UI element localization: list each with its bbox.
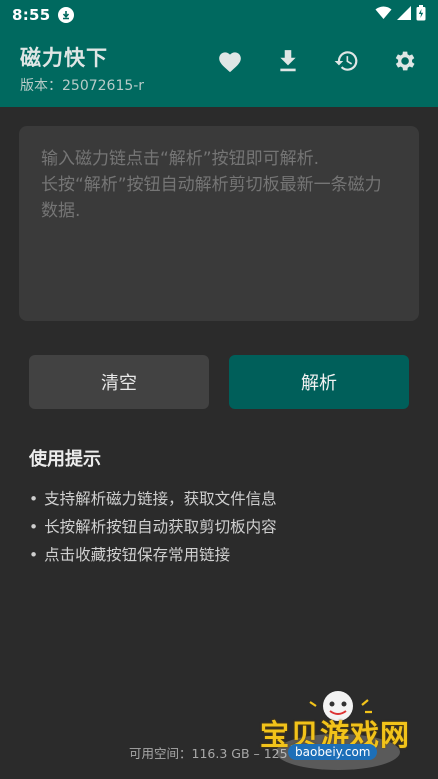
tip-text: 长按解析按钮自动获取剪切板内容 [44,518,277,536]
tip-item: • 支持解析磁力链接，获取文件信息 [29,490,277,508]
battery-icon [416,5,426,25]
wifi-icon [375,6,392,24]
signal-icon [397,6,411,24]
tip-text: 支持解析磁力链接，获取文件信息 [44,490,277,508]
status-bar: 8:55 [0,0,438,30]
status-time: 8:55 [12,6,51,24]
tip-item: • 点击收藏按钮保存常用链接 [29,546,231,564]
download-notification-icon [57,7,74,23]
app-version: 版本：25072615-r [20,78,145,94]
magnet-input[interactable] [41,146,397,301]
clear-button[interactable]: 清空 [29,355,209,409]
gear-icon[interactable] [390,47,418,75]
app-bar: 磁力快下 版本：25072615-r [0,30,438,107]
history-icon[interactable] [332,47,360,75]
parse-button[interactable]: 解析 [229,355,409,409]
download-icon[interactable] [274,47,302,75]
magnet-input-box[interactable] [19,126,419,321]
watermark-url: baobeiy.com [288,744,378,760]
watermark-logo: 宝贝游戏网 baobeiy.com [260,690,410,772]
heart-icon[interactable] [216,47,244,75]
tip-item: • 长按解析按钮自动获取剪切板内容 [29,518,277,536]
app-title: 磁力快下 [20,46,108,70]
status-icons [375,5,426,25]
usage-tips: 使用提示 • 支持解析磁力链接，获取文件信息 • 长按解析按钮自动获取剪切板内容 •… [29,445,277,569]
tip-text: 点击收藏按钮保存常用链接 [44,546,231,564]
tips-title: 使用提示 [29,449,101,470]
